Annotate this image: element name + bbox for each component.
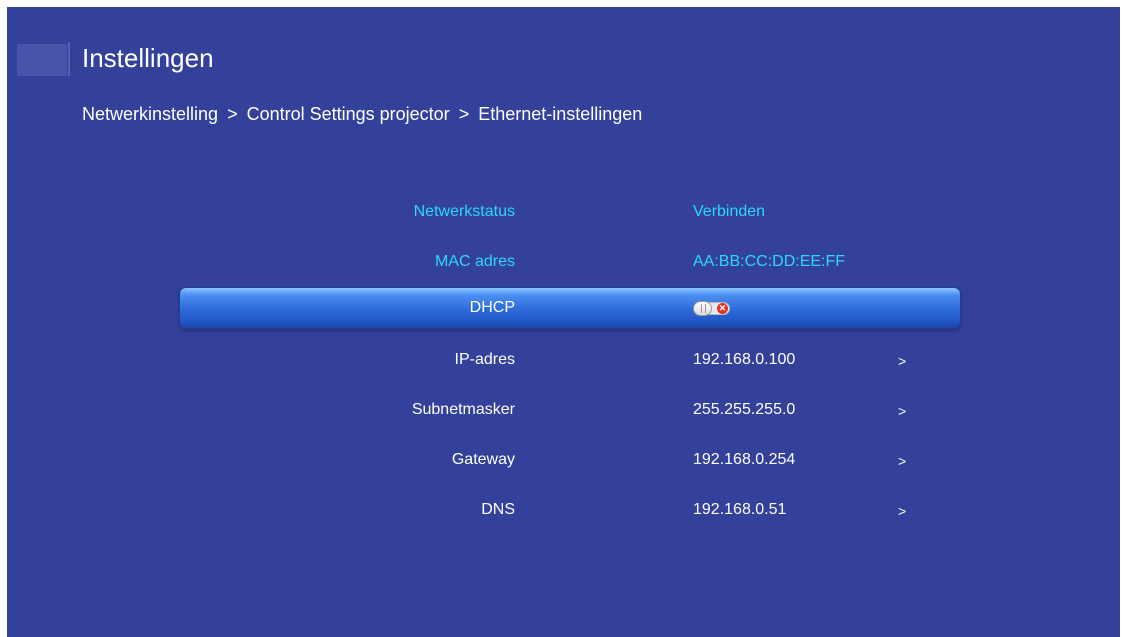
logo (17, 44, 67, 76)
breadcrumb-item-ethernet-settings: Ethernet-instellingen (478, 104, 643, 124)
settings-screen: Instellingen Netwerkinstelling > Control S… (7, 7, 1120, 637)
network-status-label: Netwerkstatus (413, 203, 515, 220)
row-dhcp[interactable]: DHCP ✕ (180, 288, 960, 328)
gateway-label: Gateway (451, 451, 515, 468)
chevron-right-icon: > (898, 453, 907, 469)
dhcp-label: DHCP (469, 299, 515, 316)
row-dns[interactable]: DNS 192.168.0.51 > (180, 490, 960, 530)
header-divider (68, 42, 70, 76)
gateway-value: 192.168.0.254 (693, 451, 796, 468)
mac-address-value: AA:BB:CC:DD:EE:FF (693, 253, 846, 270)
chevron-right-icon: > (898, 403, 907, 419)
breadcrumb-separator: > (458, 104, 470, 124)
ip-address-value: 192.168.0.100 (693, 351, 796, 368)
breadcrumb-separator: > (227, 104, 238, 124)
dhcp-toggle[interactable]: ✕ (693, 301, 731, 316)
row-mac-address: MAC adres AA:BB:CC:DD:EE:FF (180, 242, 960, 282)
row-network-status: Netwerkstatus Verbinden (180, 192, 960, 232)
row-ip-address[interactable]: IP-adres 192.168.0.100 > (180, 340, 960, 380)
subnet-mask-label: Subnetmasker (411, 401, 515, 418)
chevron-right-icon: > (898, 503, 907, 519)
mac-address-label: MAC adres (434, 253, 515, 270)
breadcrumb: Netwerkinstelling > Control Settings proje… (82, 102, 642, 126)
toggle-knob (693, 301, 712, 316)
subnet-mask-value: 255.255.255.0 (693, 401, 796, 418)
row-subnet-mask[interactable]: Subnetmasker 255.255.255.0 > (180, 390, 960, 430)
page-title: Instellingen (82, 43, 214, 73)
dns-label: DNS (481, 501, 515, 518)
row-gateway[interactable]: Gateway 192.168.0.254 > (180, 440, 960, 480)
ip-address-label: IP-adres (454, 351, 515, 368)
close-icon: ✕ (717, 303, 728, 314)
breadcrumb-item-network-settings: Netwerkinstelling (82, 104, 219, 124)
dns-value: 192.168.0.51 (693, 501, 787, 518)
breadcrumb-item-control-settings: Control Settings projector (246, 104, 450, 124)
chevron-right-icon: > (898, 353, 907, 369)
network-status-value: Verbinden (693, 203, 766, 220)
